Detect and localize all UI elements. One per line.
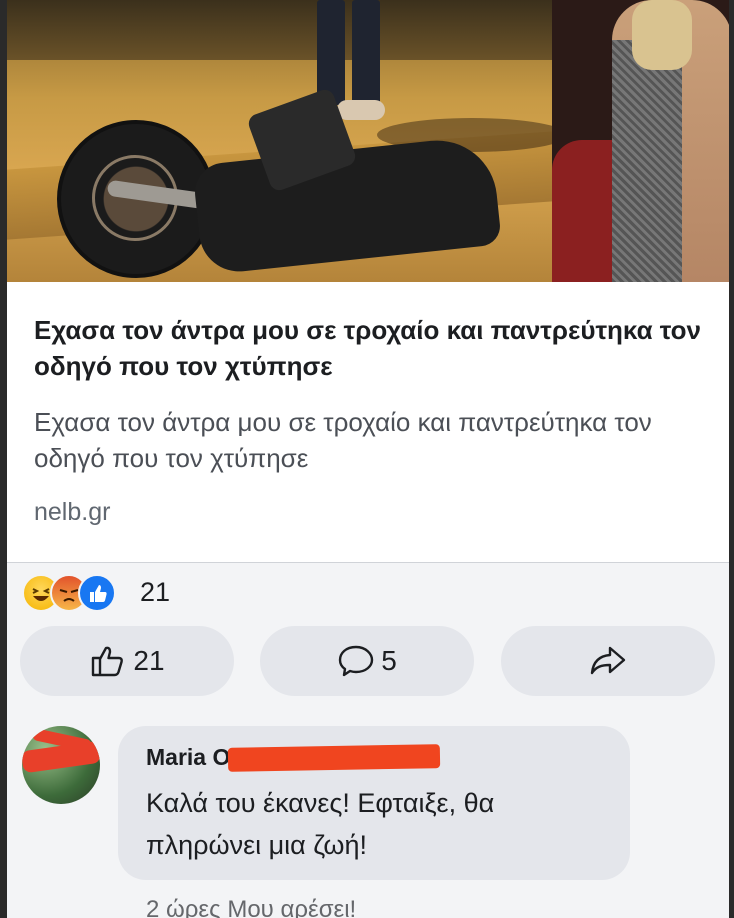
comment-count: 5 (381, 645, 397, 676)
link-preview-image[interactable] (7, 0, 729, 282)
share-arrow-icon (590, 646, 626, 675)
name-redaction (227, 744, 441, 772)
crashed-motorcycle (47, 80, 567, 280)
comment-text: Καλά του έκανες! Εφταιξε, θα πληρώνει μι… (146, 788, 495, 860)
dress (612, 40, 682, 282)
comment-bubble: Maria O Καλά του έκανες! Εφταιξε, θα πλη… (118, 726, 630, 880)
reaction-count: 21 (140, 577, 171, 607)
link-description: Εχασα τον άντρα μου σε τροχαίο και παντρ… (34, 407, 652, 473)
road-background (7, 0, 567, 60)
inset-photo (552, 0, 729, 282)
share-button[interactable] (501, 626, 715, 696)
left-border (0, 0, 7, 918)
redaction-scribble (22, 740, 100, 774)
divider (7, 562, 729, 563)
link-card[interactable]: Εχασα τον άντρα μου σε τροχαίο και παντρ… (7, 282, 729, 562)
like-count: 21 (133, 645, 165, 676)
link-title[interactable]: Εχασα τον άντρα μου σε τροχαίο και παντρ… (34, 312, 714, 384)
like-emoji-icon (78, 574, 116, 612)
comment-meta[interactable]: 2 ώρες Μου αρέσει! (146, 896, 356, 918)
right-border (729, 0, 734, 918)
screenshot-frame: Εχασα τον άντρα μου σε τροχαίο και παντρ… (0, 0, 734, 918)
comment-author[interactable]: Maria O (146, 744, 230, 771)
comment-bubble-icon (339, 645, 374, 677)
comment-button[interactable]: 5 (260, 626, 474, 696)
link-domain: nelb.gr (34, 498, 111, 526)
like-button[interactable]: 21 (20, 626, 234, 696)
commenter-avatar[interactable] (22, 726, 100, 804)
hair (632, 0, 692, 70)
thumbs-up-icon (92, 646, 124, 677)
